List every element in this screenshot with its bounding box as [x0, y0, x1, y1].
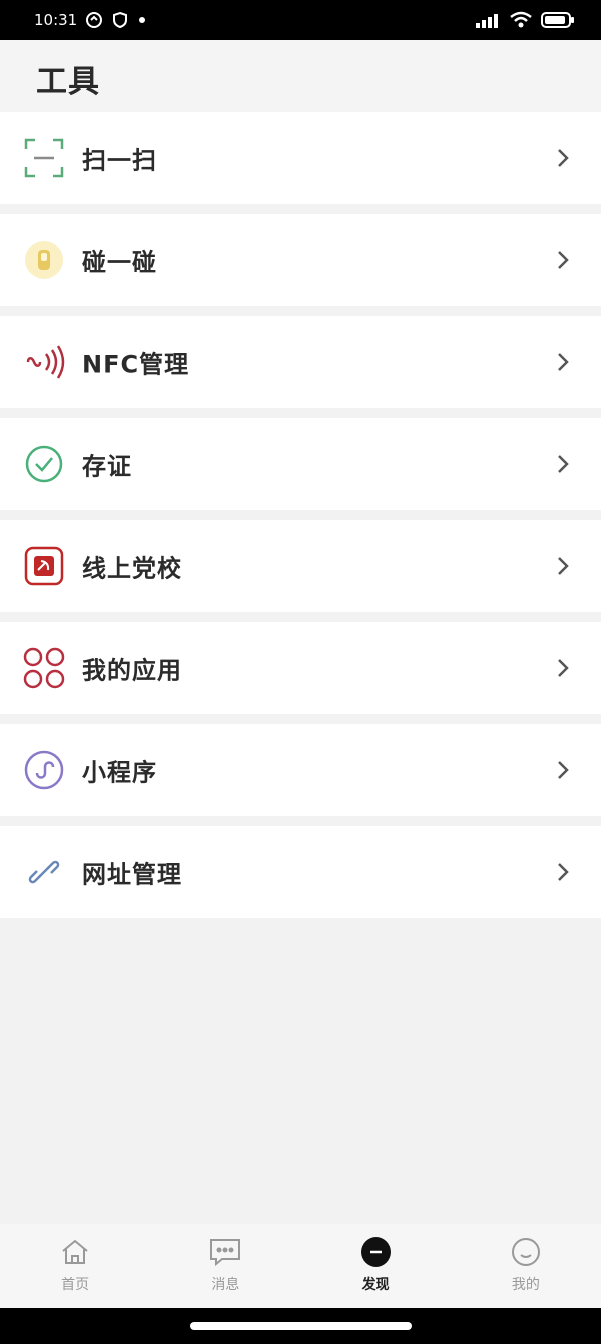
wifi-icon — [509, 11, 533, 29]
apps-grid-icon — [22, 646, 66, 690]
chevron-right-icon — [558, 761, 569, 779]
status-time: 10:31 — [34, 11, 78, 29]
tab-profile[interactable]: 我的 — [451, 1224, 601, 1308]
profile-icon — [508, 1234, 544, 1270]
chevron-right-icon — [558, 863, 569, 881]
list-item-label: 碰一碰 — [82, 248, 157, 277]
list-item-url-manage[interactable]: 网址管理 — [0, 826, 601, 918]
status-left: 10:31 — [34, 11, 147, 29]
signal-icon — [475, 12, 501, 28]
list-item-label: NFC管理 — [82, 350, 190, 379]
list-item-label: 网址管理 — [82, 860, 182, 889]
shield-icon — [111, 11, 129, 29]
list-item-label: 我的应用 — [82, 656, 182, 685]
certificate-check-icon — [22, 442, 66, 486]
mini-program-icon — [22, 748, 66, 792]
list-item-certificate[interactable]: 存证 — [0, 418, 601, 510]
scan-icon — [22, 136, 66, 180]
dot-icon — [137, 15, 147, 25]
party-school-icon — [22, 544, 66, 588]
system-nav-bar — [0, 1308, 601, 1344]
page-header: 工具 — [0, 40, 601, 112]
status-bar: 10:31 — [0, 0, 601, 40]
tab-label: 我的 — [511, 1277, 540, 1293]
list-item-touch[interactable]: 碰一碰 — [0, 214, 601, 306]
list-item-nfc[interactable]: NFC管理 — [0, 316, 601, 408]
list-item-label: 线上党校 — [82, 554, 182, 583]
chevron-right-icon — [558, 251, 569, 269]
nfc-icon — [22, 340, 66, 384]
tools-list: 扫一扫 碰一碰 NFC管理 存证 线上党校 我的应用 小程序 网址管理 — [0, 112, 601, 928]
status-right — [475, 11, 575, 29]
tab-home[interactable]: 首页 — [0, 1224, 150, 1308]
link-icon — [22, 850, 66, 894]
tab-label: 消息 — [211, 1277, 240, 1293]
chevron-right-icon — [558, 353, 569, 371]
chevron-right-icon — [558, 659, 569, 677]
list-item-scan[interactable]: 扫一扫 — [0, 112, 601, 204]
list-item-mini-program[interactable]: 小程序 — [0, 724, 601, 816]
list-item-label: 扫一扫 — [82, 146, 157, 175]
list-item-party-school[interactable]: 线上党校 — [0, 520, 601, 612]
tab-messages[interactable]: 消息 — [150, 1224, 300, 1308]
touch-icon — [22, 238, 66, 282]
tab-discover[interactable]: 发现 — [301, 1224, 451, 1308]
discover-icon — [358, 1234, 394, 1270]
tab-label: 发现 — [361, 1277, 390, 1293]
bottom-tab-bar: 首页 消息 发现 我的 — [0, 1224, 601, 1308]
list-item-label: 小程序 — [82, 758, 157, 787]
tab-label: 首页 — [61, 1277, 90, 1293]
home-indicator[interactable] — [190, 1322, 412, 1330]
home-icon — [57, 1234, 93, 1270]
list-item-my-apps[interactable]: 我的应用 — [0, 622, 601, 714]
sync-icon — [85, 11, 103, 29]
chevron-right-icon — [558, 557, 569, 575]
list-item-label: 存证 — [82, 452, 132, 481]
page-title: 工具 — [36, 64, 100, 100]
chevron-right-icon — [558, 455, 569, 473]
chevron-right-icon — [558, 149, 569, 167]
message-icon — [207, 1234, 243, 1270]
battery-icon — [541, 11, 575, 29]
